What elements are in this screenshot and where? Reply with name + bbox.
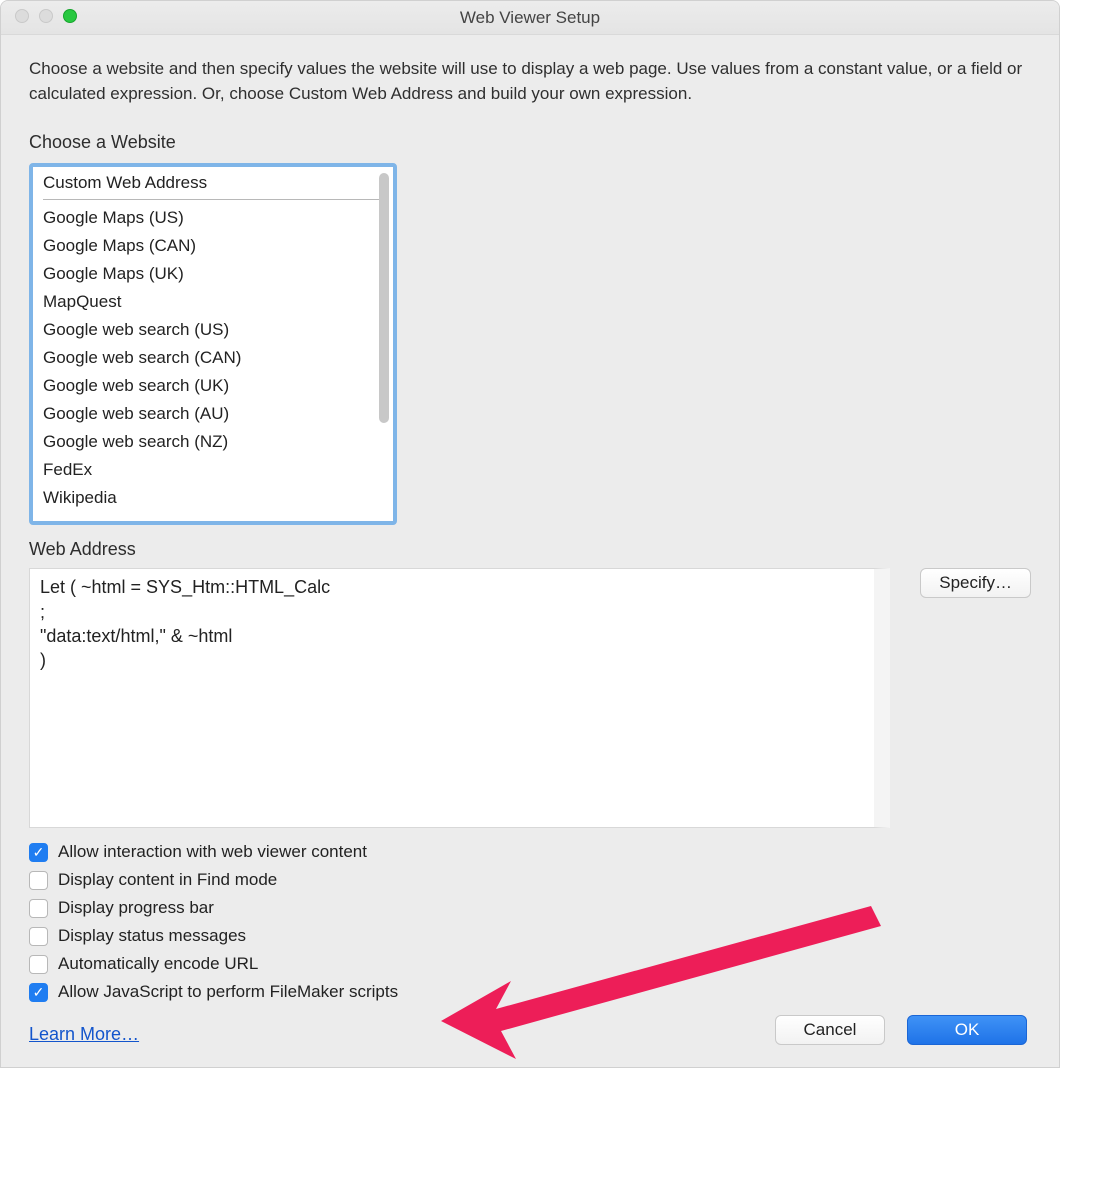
checkbox[interactable]: [29, 899, 48, 918]
website-list-item[interactable]: Google web search (UK): [33, 372, 393, 400]
choose-website-label: Choose a Website: [29, 132, 1031, 153]
titlebar: Web Viewer Setup: [1, 1, 1059, 35]
window-title: Web Viewer Setup: [460, 8, 600, 28]
website-list-item[interactable]: Google web search (NZ): [33, 428, 393, 456]
website-list-item[interactable]: MapQuest: [33, 288, 393, 316]
ok-button[interactable]: OK: [907, 1015, 1027, 1045]
checkbox-row: ✓ Allow interaction with web viewer conte…: [29, 842, 1031, 862]
web-address-label: Web Address: [29, 539, 1031, 560]
checkbox-row: Display status messages: [29, 926, 1031, 946]
website-list-item[interactable]: Google Maps (CAN): [33, 232, 393, 260]
checkbox-label: Display progress bar: [58, 898, 214, 918]
checkbox-row: Automatically encode URL: [29, 954, 1031, 974]
checkbox-label: Allow JavaScript to perform FileMaker sc…: [58, 982, 398, 1002]
checkbox[interactable]: [29, 955, 48, 974]
scrollbar-thumb[interactable]: [379, 173, 389, 423]
website-list-item[interactable]: Google web search (AU): [33, 400, 393, 428]
dialog-content: Choose a website and then specify values…: [1, 35, 1059, 1067]
website-list-item[interactable]: Custom Web Address: [33, 169, 393, 197]
options-checkboxes: ✓ Allow interaction with web viewer conte…: [29, 842, 1031, 1002]
checkbox-row: Display content in Find mode: [29, 870, 1031, 890]
zoom-icon[interactable]: [63, 9, 77, 23]
list-divider: [43, 199, 383, 200]
learn-more-link[interactable]: Learn More…: [29, 1024, 139, 1045]
specify-button[interactable]: Specify…: [920, 568, 1031, 598]
website-listbox[interactable]: Custom Web AddressGoogle Maps (US)Google…: [29, 163, 397, 525]
website-list-item[interactable]: FedEx: [33, 456, 393, 484]
website-list-item[interactable]: Google web search (CAN): [33, 344, 393, 372]
checkbox-row: Display progress bar: [29, 898, 1031, 918]
checkbox-label: Automatically encode URL: [58, 954, 258, 974]
checkbox-label: Display status messages: [58, 926, 246, 946]
minimize-icon[interactable]: [39, 9, 53, 23]
website-list-item[interactable]: Google web search (US): [33, 316, 393, 344]
website-list-item[interactable]: Google Maps (UK): [33, 260, 393, 288]
website-list-item[interactable]: Google Maps (US): [33, 204, 393, 232]
checkbox[interactable]: [29, 871, 48, 890]
close-icon[interactable]: [15, 9, 29, 23]
website-list-item[interactable]: Wikipedia: [33, 484, 393, 512]
dialog-window: Web Viewer Setup Choose a website and th…: [0, 0, 1060, 1068]
intro-text: Choose a website and then specify values…: [29, 57, 1031, 106]
checkbox[interactable]: [29, 927, 48, 946]
checkbox-label: Display content in Find mode: [58, 870, 277, 890]
web-address-field[interactable]: Let ( ~html = SYS_Htm::HTML_Calc ; "data…: [29, 568, 890, 828]
checkbox[interactable]: ✓: [29, 843, 48, 862]
checkbox-row: ✓ Allow JavaScript to perform FileMaker s…: [29, 982, 1031, 1002]
checkbox[interactable]: ✓: [29, 983, 48, 1002]
checkbox-label: Allow interaction with web viewer conten…: [58, 842, 367, 862]
traffic-lights: [15, 9, 77, 23]
cancel-button[interactable]: Cancel: [775, 1015, 885, 1045]
